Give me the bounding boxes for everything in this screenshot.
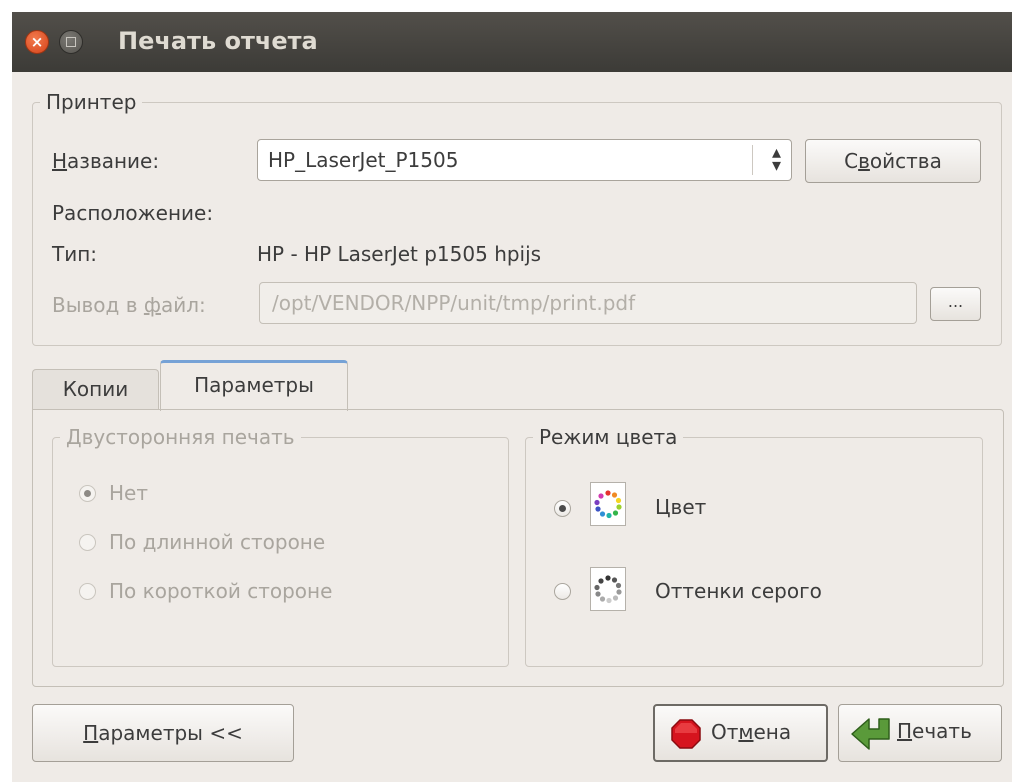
name-label: Название: [52,149,160,173]
duplex-short-edge-radio[interactable] [79,583,96,600]
type-label: Тип: [52,242,98,266]
color-radio[interactable] [554,500,571,517]
window-title: Печать отчета [118,27,318,55]
printer-group-legend: Принтер [40,90,143,114]
printer-select[interactable]: HP_LaserJet_P1505 ▴ ▾ [257,139,792,181]
cancel-button-label: Отмена [711,720,792,744]
print-dialog: × Печать отчета Принтер Название: HP_Las… [12,12,1012,782]
duplex-long-edge-radio[interactable] [79,534,96,551]
print-button[interactable]: Печать [838,704,1002,762]
maximize-button[interactable] [59,30,83,54]
output-file-value: /opt/VENDOR/NPP/unit/tmp/print.pdf [272,291,636,315]
maximize-icon [66,37,76,47]
color-palette-icon [590,482,626,526]
browse-button[interactable]: ... [930,287,981,321]
cancel-button[interactable]: Отмена [653,704,828,762]
duplex-none-radio[interactable] [79,485,96,502]
output-file-label: Вывод в файл: [52,293,206,317]
grayscale-radio[interactable] [554,583,571,600]
color-mode-group [525,437,983,667]
location-label: Расположение: [52,201,214,225]
print-button-label: Печать [897,719,972,743]
color-mode-group-legend: Режим цвета [533,425,684,449]
title-bar: × Печать отчета [12,12,1012,72]
tab-parameters[interactable]: Параметры [160,360,348,411]
close-icon: × [30,33,44,51]
output-file-field: /opt/VENDOR/NPP/unit/tmp/print.pdf [259,282,917,324]
grayscale-palette-icon [590,567,626,611]
updown-arrows-icon: ▴ ▾ [771,142,781,176]
parameters-toggle-button[interactable]: Параметры << [32,704,294,762]
type-value: HP - HP LaserJet p1505 hpijs [257,242,542,266]
duplex-short-edge-label: По короткой стороне [109,579,333,603]
duplex-none-label: Нет [109,481,148,505]
duplex-group-legend: Двусторонняя печать [60,425,301,449]
combo-separator [752,145,753,175]
properties-button[interactable]: Свойства [805,139,981,183]
stop-icon [671,719,701,749]
duplex-long-edge-label: По длинной стороне [109,530,326,554]
grayscale-label: Оттенки серого [655,579,822,603]
printer-select-value: HP_LaserJet_P1505 [268,148,459,172]
print-arrow-icon [851,718,890,750]
color-label: Цвет [655,495,707,519]
tab-copies[interactable]: Копии [32,369,159,409]
close-button[interactable]: × [25,30,49,54]
